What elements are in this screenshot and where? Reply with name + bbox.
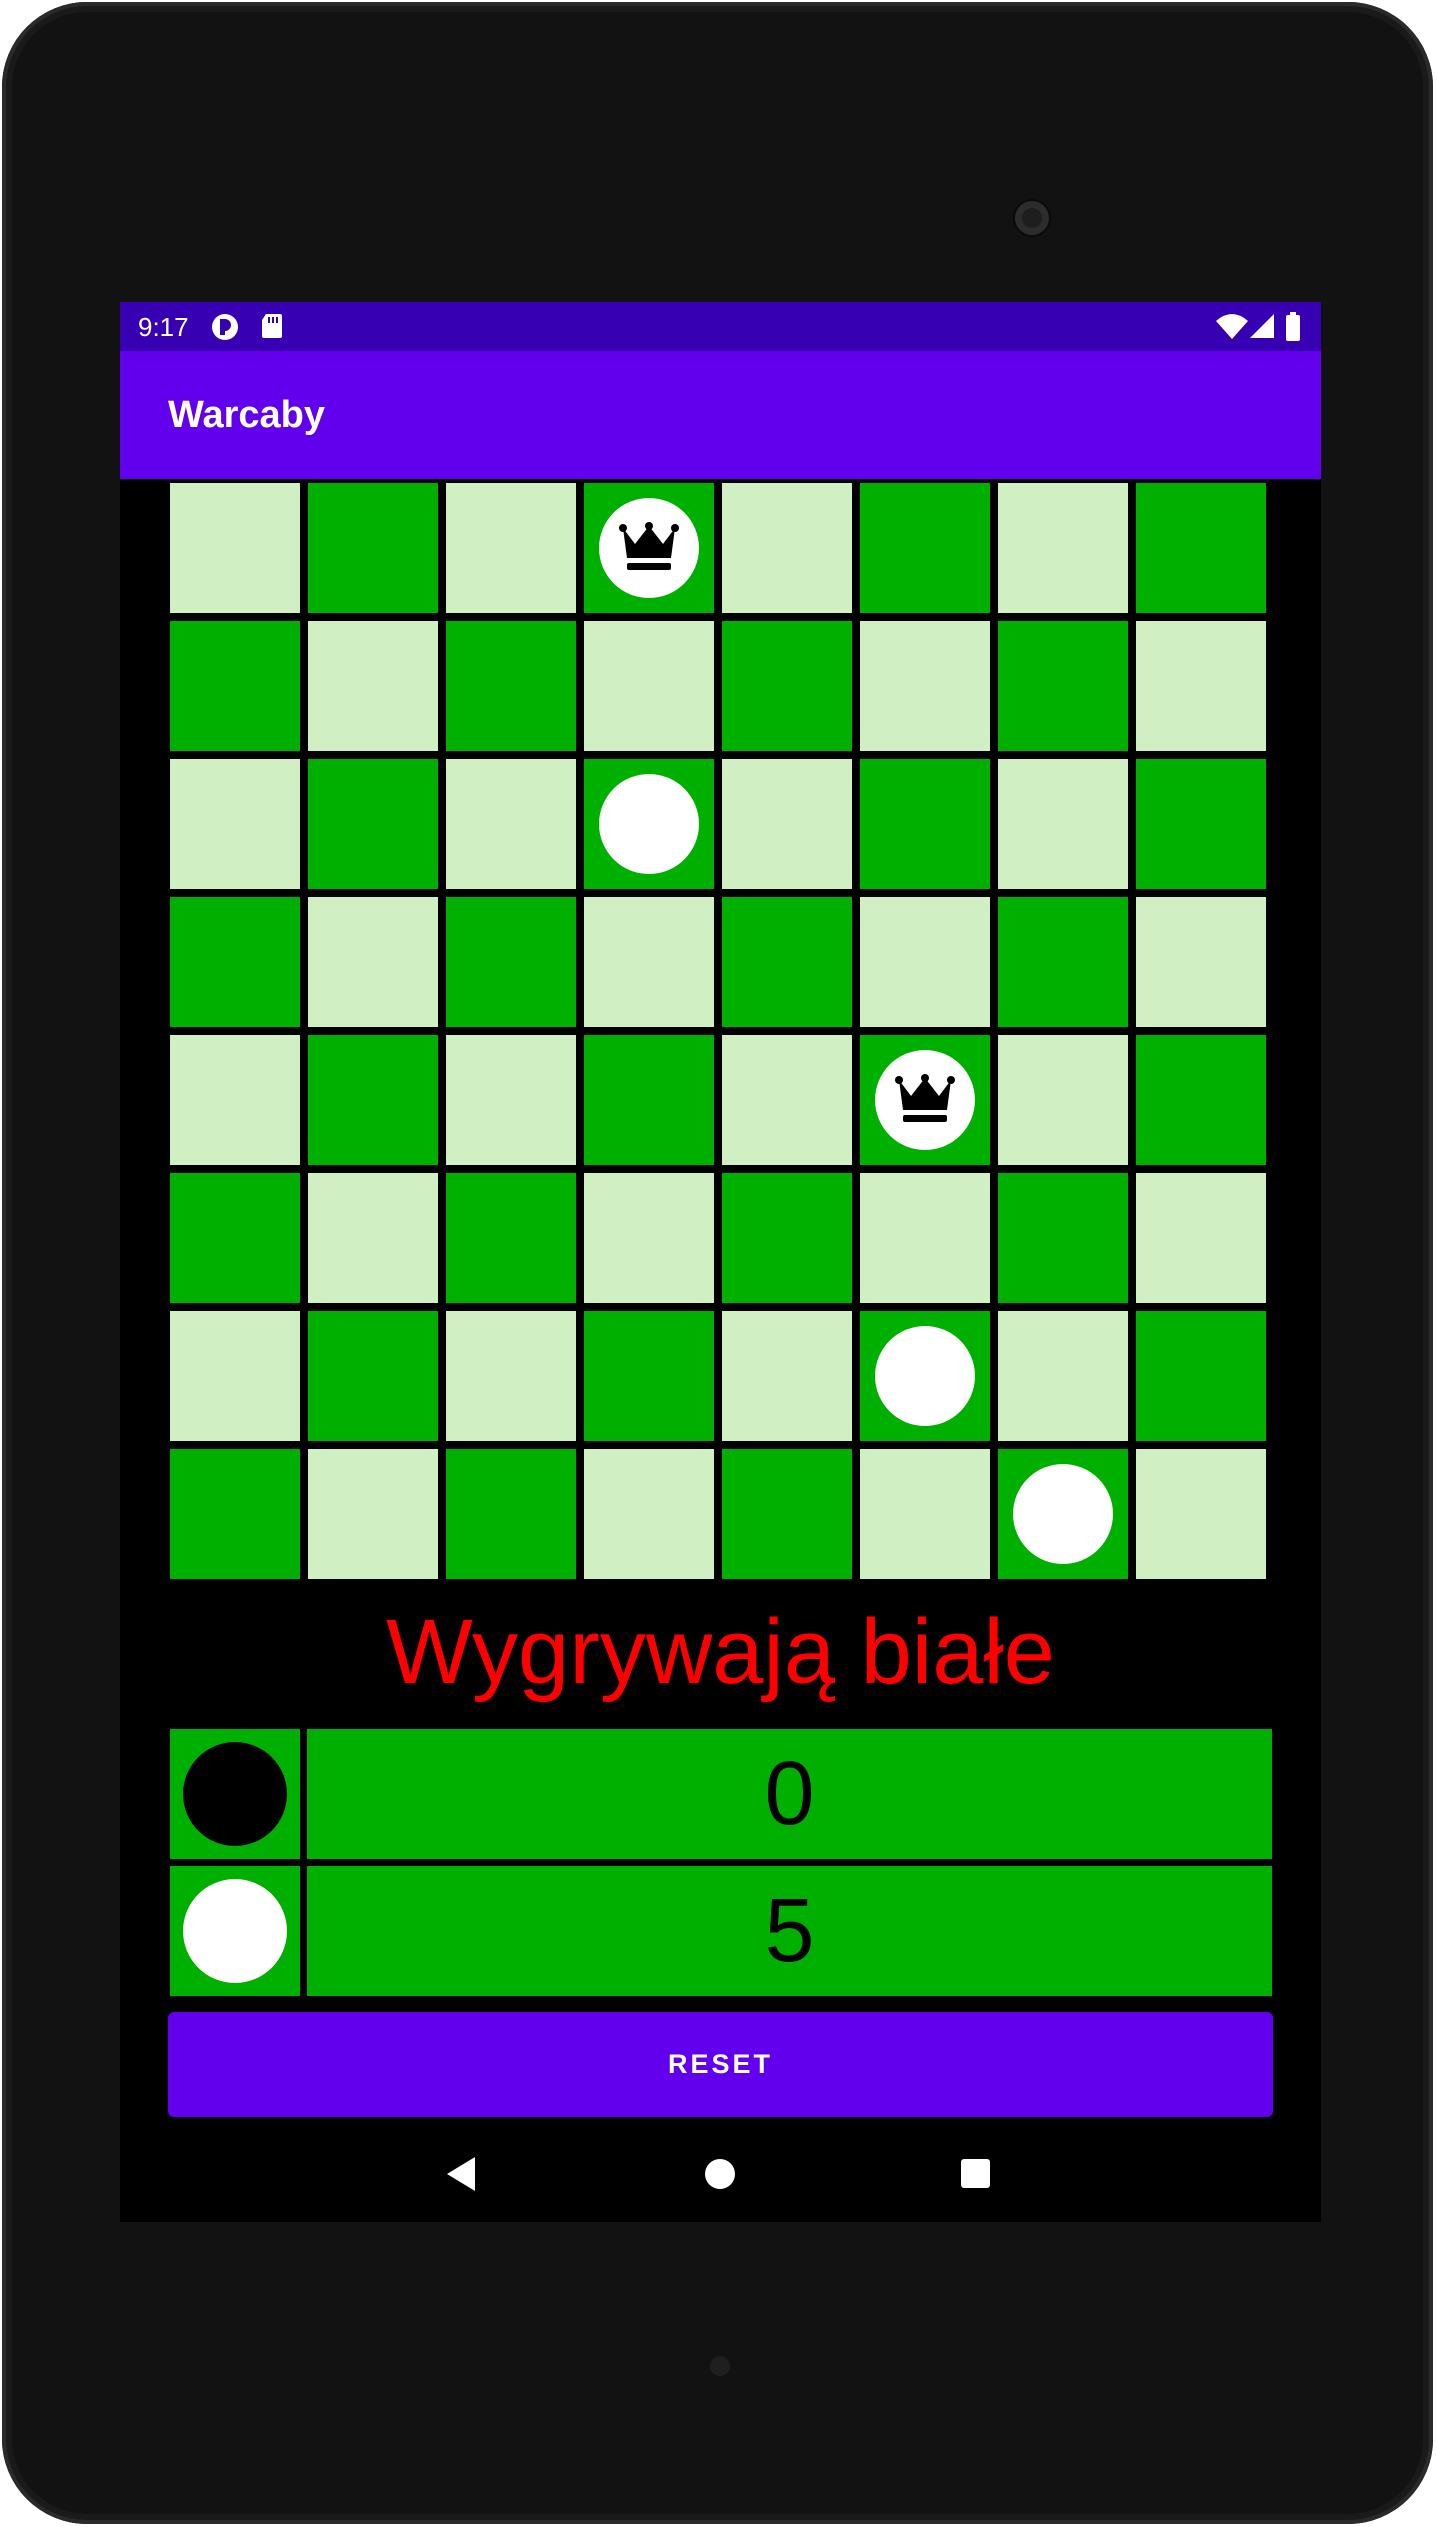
- white-king-piece[interactable]: [875, 1050, 975, 1150]
- score-icon-cell: [170, 1866, 300, 1996]
- black-piece-icon: [183, 1742, 287, 1846]
- board-cell[interactable]: [170, 621, 300, 751]
- result-text: Wygrywają białe: [386, 1601, 1055, 1703]
- board-cell[interactable]: [446, 483, 576, 613]
- navigation-bar: [120, 2132, 1321, 2222]
- board-cell[interactable]: [446, 1035, 576, 1165]
- board-cell[interactable]: [860, 483, 990, 613]
- board-cell[interactable]: [1136, 1035, 1266, 1165]
- board-cell[interactable]: [1136, 483, 1266, 613]
- board-cell[interactable]: [308, 1173, 438, 1303]
- board-cell[interactable]: [170, 1311, 300, 1441]
- score-icon-cell: [170, 1729, 300, 1859]
- board-cell[interactable]: [584, 1449, 714, 1579]
- status-bar: 9:17: [120, 302, 1321, 351]
- board-cell[interactable]: [170, 1449, 300, 1579]
- board-cell[interactable]: [998, 621, 1128, 751]
- board-cell[interactable]: [584, 1035, 714, 1165]
- board-cell[interactable]: [722, 1173, 852, 1303]
- board-cell[interactable]: [860, 1173, 990, 1303]
- board-cell[interactable]: [584, 1311, 714, 1441]
- camera-icon: [1015, 201, 1049, 235]
- board-cell[interactable]: [308, 1035, 438, 1165]
- board-cell[interactable]: [998, 1449, 1128, 1579]
- board-cell[interactable]: [308, 1449, 438, 1579]
- board-cell[interactable]: [584, 483, 714, 613]
- white-piece[interactable]: [599, 774, 699, 874]
- board-cell[interactable]: [722, 1449, 852, 1579]
- board-cell[interactable]: [170, 897, 300, 1027]
- board-cell[interactable]: [722, 897, 852, 1027]
- board-cell[interactable]: [446, 1311, 576, 1441]
- sd-card-icon: [260, 312, 284, 347]
- board-cell[interactable]: [722, 483, 852, 613]
- checkers-board: [170, 483, 1272, 1585]
- board-cell[interactable]: [1136, 1173, 1266, 1303]
- wifi-icon: [1215, 312, 1249, 347]
- board-cell[interactable]: [584, 897, 714, 1027]
- signal-icon: [1248, 312, 1276, 347]
- white-piece[interactable]: [1013, 1464, 1113, 1564]
- board-cell[interactable]: [998, 483, 1128, 613]
- board-cell[interactable]: [998, 1311, 1128, 1441]
- board-cell[interactable]: [446, 621, 576, 751]
- board-cell[interactable]: [998, 897, 1128, 1027]
- board-cell[interactable]: [170, 483, 300, 613]
- board-cell[interactable]: [446, 1173, 576, 1303]
- black-score: 0: [307, 1729, 1272, 1859]
- board-cell[interactable]: [308, 1311, 438, 1441]
- board-cell[interactable]: [722, 759, 852, 889]
- recents-icon[interactable]: [961, 2159, 990, 2188]
- board-cell[interactable]: [1136, 1311, 1266, 1441]
- board-cell[interactable]: [722, 621, 852, 751]
- board-cell[interactable]: [308, 621, 438, 751]
- white-king-piece[interactable]: [599, 498, 699, 598]
- board-cell[interactable]: [308, 759, 438, 889]
- board-cell[interactable]: [1136, 1449, 1266, 1579]
- crown-icon: [619, 522, 679, 570]
- board-cell[interactable]: [1136, 897, 1266, 1027]
- board-cell[interactable]: [584, 621, 714, 751]
- board-cell[interactable]: [860, 897, 990, 1027]
- board-cell[interactable]: [308, 483, 438, 613]
- screen: 9:17 Warcaby Wygrywają białe 0 5 RESET: [120, 302, 1321, 2222]
- reset-button[interactable]: RESET: [168, 2012, 1273, 2117]
- white-piece[interactable]: [875, 1326, 975, 1426]
- board-cell[interactable]: [308, 897, 438, 1027]
- board-cell[interactable]: [998, 1035, 1128, 1165]
- back-icon[interactable]: [447, 2157, 475, 2191]
- crown-icon: [895, 1074, 955, 1122]
- board-cell[interactable]: [446, 1449, 576, 1579]
- board-cell[interactable]: [998, 1173, 1128, 1303]
- sensor-dot: [710, 2356, 730, 2376]
- board-cell[interactable]: [860, 621, 990, 751]
- app-title: Warcaby: [168, 394, 325, 436]
- tablet-frame: 9:17 Warcaby Wygrywają białe 0 5 RESET: [2, 2, 1433, 2524]
- board-cell[interactable]: [998, 759, 1128, 889]
- board-cell[interactable]: [722, 1035, 852, 1165]
- board-cell[interactable]: [170, 1173, 300, 1303]
- board-cell[interactable]: [584, 1173, 714, 1303]
- board-cell[interactable]: [584, 759, 714, 889]
- board-cell[interactable]: [860, 759, 990, 889]
- board-cell[interactable]: [1136, 621, 1266, 751]
- white-score: 5: [307, 1866, 1272, 1996]
- board-cell[interactable]: [170, 1035, 300, 1165]
- home-icon[interactable]: [705, 2159, 735, 2189]
- board-cell[interactable]: [446, 897, 576, 1027]
- board-cell[interactable]: [1136, 759, 1266, 889]
- board-cell[interactable]: [860, 1311, 990, 1441]
- board-cell[interactable]: [170, 759, 300, 889]
- battery-icon: [1285, 312, 1301, 349]
- board-cell[interactable]: [860, 1035, 990, 1165]
- status-time: 9:17: [138, 312, 189, 342]
- score-row-white: 5: [170, 1866, 1272, 1996]
- board-cell[interactable]: [860, 1449, 990, 1579]
- white-piece-icon: [183, 1879, 287, 1983]
- board-cell[interactable]: [446, 759, 576, 889]
- app-bar: Warcaby: [120, 351, 1321, 479]
- notification-icon: [210, 312, 240, 349]
- score-row-black: 0: [170, 1729, 1272, 1859]
- board-cell[interactable]: [722, 1311, 852, 1441]
